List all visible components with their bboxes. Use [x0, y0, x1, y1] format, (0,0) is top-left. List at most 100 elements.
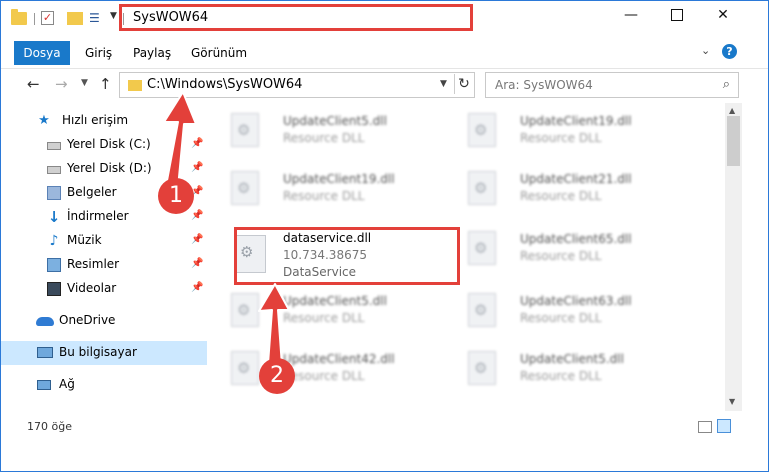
file-item[interactable]: UpdateClient19.dll Resource DLL — [448, 109, 678, 159]
pin-icon[interactable]: 📌 — [191, 258, 203, 269]
file-type: Resource DLL — [283, 189, 365, 203]
new-folder-icon[interactable] — [67, 12, 83, 25]
recent-locations-chevron-icon[interactable]: ▼ — [81, 78, 88, 88]
tab-home[interactable]: Giriş — [85, 41, 112, 65]
properties-check-icon[interactable]: ✓ — [41, 11, 54, 25]
dll-file-icon — [468, 351, 496, 385]
search-box[interactable]: Ara: SysWOW64 ⌕ — [485, 72, 739, 98]
file-item[interactable]: UpdateClient42.dll Resource DLL — [211, 347, 441, 397]
address-bar[interactable]: C:\Windows\SysWOW64 ▼ ↻ — [119, 72, 475, 98]
minimize-button[interactable]: — — [608, 1, 654, 31]
sidebar-item-this-pc[interactable]: Bu bilgisayar — [1, 341, 207, 365]
dll-file-icon — [231, 171, 259, 205]
customize-toolbar-chevron-icon[interactable]: ▼ — [110, 11, 117, 29]
file-type: Resource DLL — [520, 311, 602, 325]
up-arrow-icon[interactable]: ↑ — [99, 75, 112, 93]
file-type: Resource DLL — [283, 131, 365, 145]
vertical-scrollbar[interactable]: ▲ ▼ — [725, 103, 742, 411]
callout-badge-2: 2 — [259, 358, 295, 394]
back-arrow-icon[interactable]: ← — [27, 75, 40, 93]
scroll-down-arrow-icon[interactable]: ▼ — [729, 397, 735, 406]
drive-icon — [47, 142, 61, 150]
close-button[interactable]: ✕ — [700, 1, 746, 31]
properties-icon[interactable]: ☰ — [89, 11, 103, 25]
ribbon-tabs: Dosya Giriş Paylaş Görünüm ⌄ ? — [1, 41, 768, 65]
sidebar-item-onedrive[interactable]: OneDrive — [1, 309, 207, 333]
tab-file[interactable]: Dosya — [14, 41, 70, 65]
dll-file-icon — [231, 351, 259, 385]
pc-icon — [37, 347, 53, 358]
dll-file-icon — [468, 231, 496, 265]
tab-view[interactable]: Görünüm — [191, 41, 247, 65]
refresh-icon[interactable]: ↻ — [454, 74, 473, 94]
pin-icon[interactable]: 📌 — [191, 210, 203, 221]
file-description: DataService — [283, 265, 357, 279]
details-view-icon[interactable] — [698, 421, 712, 433]
sidebar-item-label: Hızlı erişim — [62, 113, 129, 127]
file-item[interactable]: UpdateClient21.dll Resource DLL — [448, 167, 678, 217]
dll-file-icon — [234, 235, 266, 273]
sidebar-item-videos[interactable]: Videolar 📌 — [1, 277, 207, 301]
window-title: SysWOW64 — [133, 10, 209, 25]
file-name: UpdateClient63.dll — [520, 294, 632, 308]
file-item[interactable]: UpdateClient5.dll Resource DLL — [211, 109, 441, 159]
scrollbar-thumb[interactable] — [727, 116, 740, 166]
file-name: UpdateClient5.dll — [283, 114, 387, 128]
file-item-selected[interactable]: dataservice.dll 10.734.38675 DataService — [211, 229, 441, 279]
music-icon: ♪ — [49, 233, 59, 249]
pin-icon[interactable]: 📌 — [191, 282, 203, 293]
pin-icon[interactable]: 📌 — [191, 138, 203, 149]
network-icon — [37, 380, 51, 390]
file-type: Resource DLL — [520, 249, 602, 263]
dll-file-icon — [231, 293, 259, 327]
folder-icon — [128, 80, 142, 91]
help-icon[interactable]: ? — [722, 44, 737, 59]
sidebar-item-label: Belgeler — [67, 185, 117, 199]
sidebar-item-pictures[interactable]: Resimler 📌 — [1, 253, 207, 277]
sidebar-item-quick-access[interactable]: ★ Hızlı erişim — [1, 109, 207, 133]
scroll-up-arrow-icon[interactable]: ▲ — [729, 106, 735, 115]
maximize-button[interactable] — [654, 1, 700, 31]
download-icon: ↓ — [47, 208, 61, 226]
sidebar-item-label: Videolar — [67, 281, 117, 295]
sidebar-item-label: OneDrive — [59, 313, 116, 327]
file-type: Resource DLL — [283, 369, 365, 383]
sidebar-item-local-disk-c[interactable]: Yerel Disk (C:) 📌 — [1, 133, 207, 157]
file-item[interactable]: UpdateClient65.dll Resource DLL — [448, 227, 678, 277]
address-history-chevron-icon[interactable]: ▼ — [440, 79, 447, 89]
sidebar-item-label: Yerel Disk (C:) — [67, 137, 151, 151]
explorer-window: ✓ ☰ ▼ SysWOW64 — ✕ Dosya Giriş Paylaş Gö… — [0, 0, 769, 472]
status-bar: 170 öğe — [1, 413, 768, 441]
sidebar-item-network[interactable]: Ağ — [1, 373, 207, 397]
file-name: dataservice.dll — [283, 231, 372, 245]
file-type: Resource DLL — [520, 369, 602, 383]
star-icon: ★ — [38, 113, 50, 128]
file-type: Resource DLL — [520, 131, 602, 145]
expand-ribbon-chevron-icon[interactable]: ⌄ — [701, 44, 710, 57]
address-path[interactable]: C:\Windows\SysWOW64 — [147, 77, 302, 92]
file-item[interactable]: UpdateClient5.dll Resource DLL — [448, 347, 678, 397]
sidebar-item-label: Müzik — [67, 233, 102, 247]
sidebar-item-label: Bu bilgisayar — [59, 345, 137, 359]
file-item[interactable]: UpdateClient19.dll Resource DLL — [211, 167, 441, 217]
callout-badge-1: 1 — [158, 178, 194, 214]
large-icons-view-icon[interactable] — [717, 419, 731, 433]
search-placeholder[interactable]: Ara: SysWOW64 — [495, 78, 593, 92]
documents-icon — [47, 186, 61, 200]
pin-icon[interactable]: 📌 — [191, 234, 203, 245]
file-type: Resource DLL — [520, 189, 602, 203]
file-item[interactable]: UpdateClient5.dll Resource DLL — [211, 289, 441, 339]
file-item[interactable]: UpdateClient63.dll Resource DLL — [448, 289, 678, 339]
folder-icon — [11, 9, 27, 25]
search-icon[interactable]: ⌕ — [723, 77, 730, 92]
forward-arrow-icon[interactable]: → — [55, 75, 68, 93]
dll-file-icon — [231, 113, 259, 147]
navigation-bar: ← → ▼ ↑ C:\Windows\SysWOW64 ▼ ↻ Ara: Sys… — [1, 68, 768, 101]
divider — [34, 13, 35, 25]
item-count: 170 öğe — [27, 420, 72, 433]
sidebar-item-music[interactable]: ♪ Müzik 📌 — [1, 229, 207, 253]
sidebar-item-label: Yerel Disk (D:) — [67, 161, 152, 175]
file-name: UpdateClient19.dll — [283, 172, 395, 186]
pin-icon[interactable]: 📌 — [191, 162, 203, 173]
tab-share[interactable]: Paylaş — [133, 41, 171, 65]
